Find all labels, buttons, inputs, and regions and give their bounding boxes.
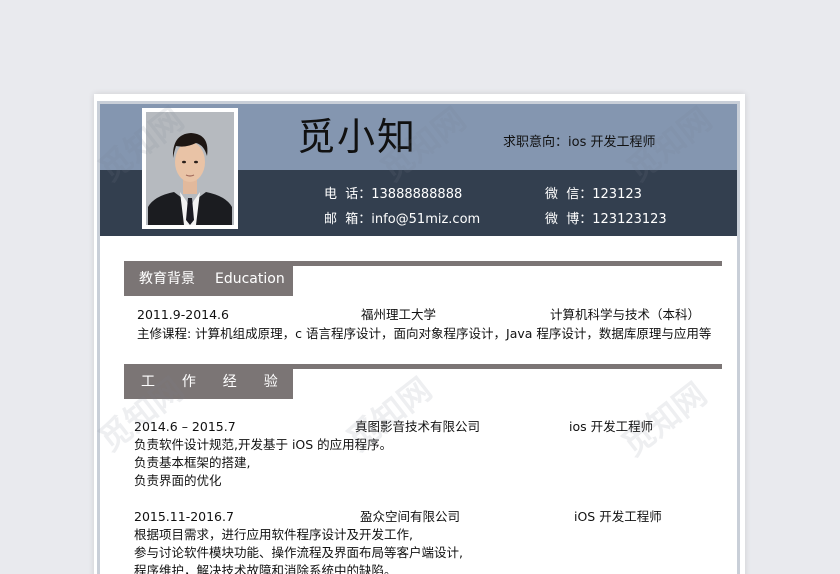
job-1-duty: 负责基本框架的搭建, [134,455,251,470]
job-1-duty: 负责软件设计规范,开发基于 iOS 的应用程序。 [134,437,393,452]
work-section-title: 工 作 经 验 [124,365,293,399]
wechat-label: 微 信： [545,187,593,202]
education-title-en: Education [215,271,285,287]
email-label: 邮 箱： [324,212,372,227]
job-intent: 求职意向：ios 开发工程师 [503,131,656,150]
job-2-duty: 程序维护，解决技术故障和消除系统中的缺陷。 [134,563,397,574]
education-school: 福州理工大学 [361,307,437,322]
candidate-name: 觅小知 [297,115,418,159]
job-intent-label: 求职意向： [503,135,569,150]
education-period: 2011.9-2014.6 [137,307,229,322]
profile-photo-frame [142,108,238,229]
education-section-title: 教育背景 Education [124,262,293,296]
job-1-period: 2014.6 – 2015.7 [134,419,236,434]
job-2-company: 盈众空间有限公司 [360,509,461,524]
phone-field: 电 话：13888888888 [324,183,462,202]
wechat-field: 微 信：123123 [545,183,642,202]
email-field: 邮 箱：info@51miz.com [324,208,480,227]
job-2-position: iOS 开发工程师 [574,509,662,524]
weibo-label: 微 博： [545,212,593,227]
job-2-period: 2015.11-2016.7 [134,509,234,524]
weibo-value: 123123123 [592,212,667,227]
email-value: info@51miz.com [371,212,481,227]
phone-value: 13888888888 [371,187,463,202]
job-2-duty: 根据项目需求，进行应用软件程序设计及开发工作, [134,527,413,542]
wechat-value: 123123 [592,187,642,202]
job-2-duty: 参与讨论软件模块功能、操作流程及界面布局等客户端设计, [134,545,463,560]
job-intent-value: ios 开发工程师 [568,135,656,150]
job-1-company: 真图影音技术有限公司 [355,419,481,434]
job-1-duty: 负责界面的优化 [134,473,222,488]
education-major: 计算机科学与技术（本科） [550,307,701,322]
work-title: 工 作 经 验 [141,374,284,390]
profile-photo [146,112,234,225]
weibo-field: 微 博：123123123 [545,208,667,227]
education-courses: 主修课程: 计算机组成原理，c 语言程序设计，面向对象程序设计，Java 程序设… [137,326,712,341]
phone-label: 电 话： [324,187,372,202]
job-1-position: ios 开发工程师 [569,419,654,434]
portrait-illustration [146,112,234,225]
education-title-cn: 教育背景 [139,271,195,287]
